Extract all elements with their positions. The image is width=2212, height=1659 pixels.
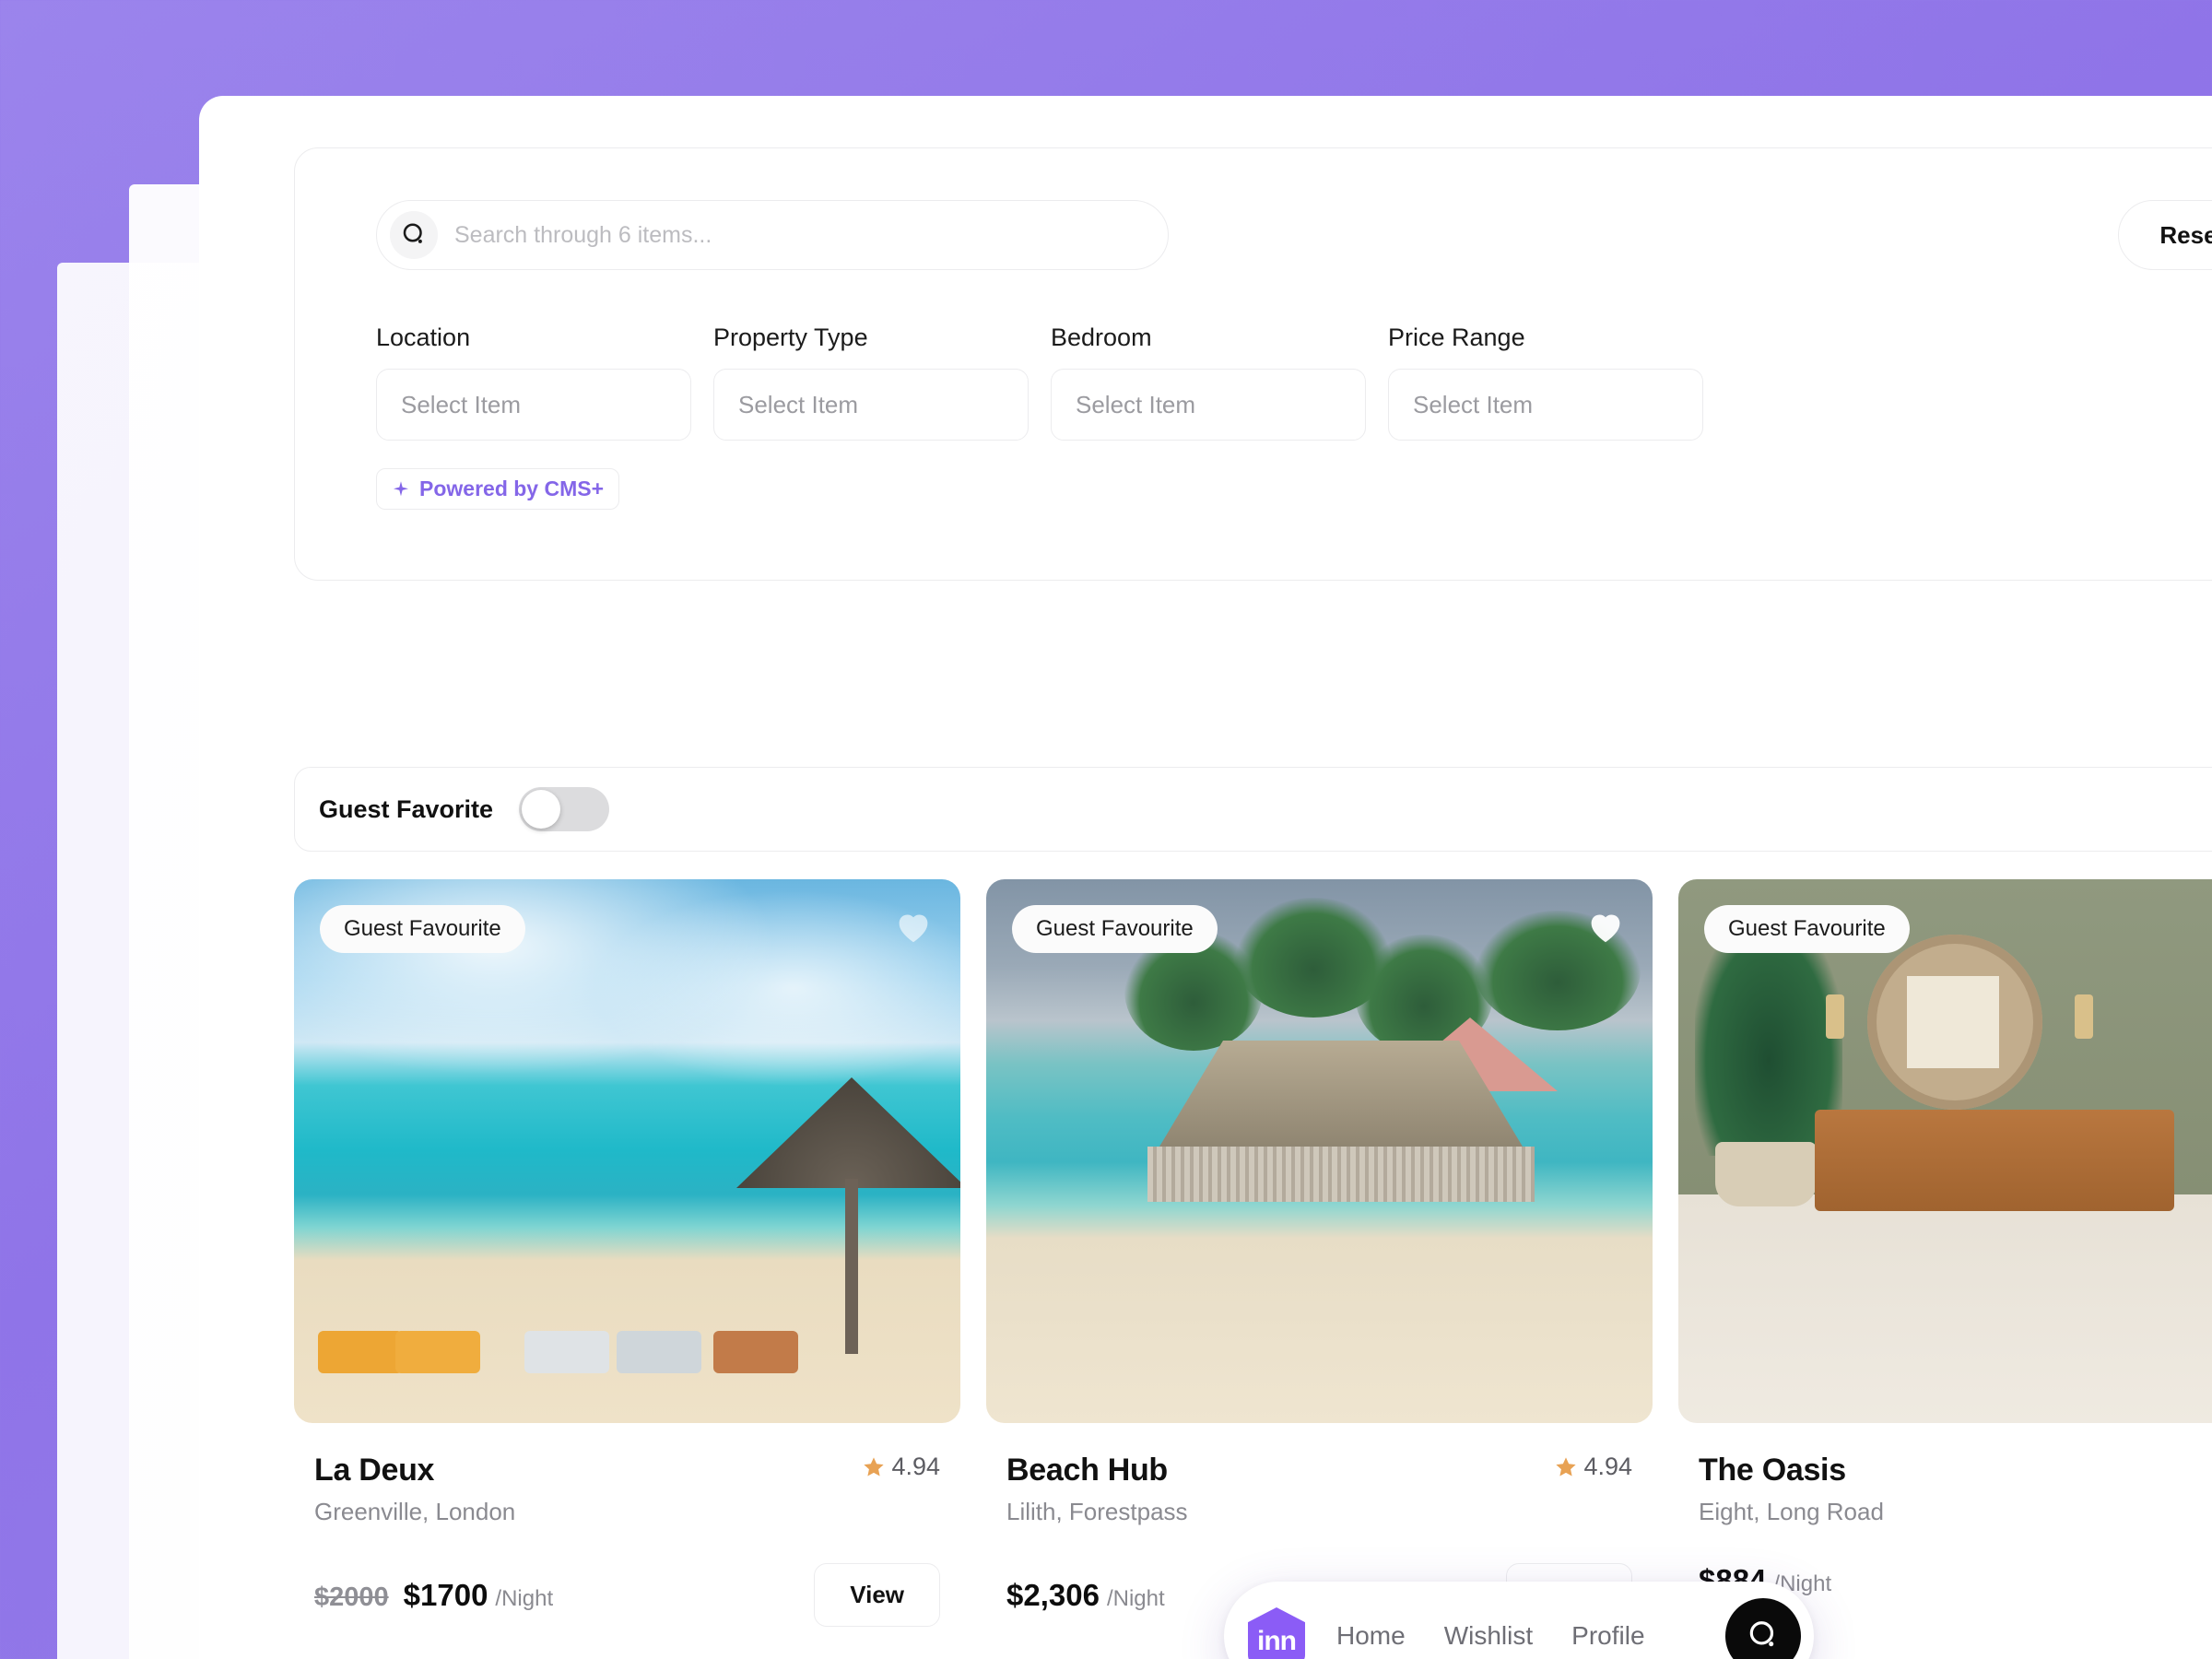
card-title: La Deux <box>314 1453 435 1488</box>
card-title: Beach Hub <box>1006 1453 1168 1488</box>
price-group: $2000 $1700 /Night <box>314 1578 553 1613</box>
price-unit: /Night <box>1106 1585 1165 1611</box>
sparkle-icon <box>392 480 410 499</box>
wall-sconce <box>1826 994 1844 1039</box>
rating-value: 4.94 <box>891 1453 940 1480</box>
property-type-select[interactable]: Select Item <box>713 369 1029 441</box>
lounger <box>318 1331 403 1373</box>
rating: 4.94 <box>862 1453 940 1481</box>
filter-price-range: Price Range Select Item <box>1388 324 1703 441</box>
nav-link-home[interactable]: Home <box>1336 1621 1406 1651</box>
card-body: La Deux Greenville, London 4.94 $2000 $1… <box>294 1423 960 1627</box>
price-unit: /Night <box>495 1585 554 1611</box>
card-location: Greenville, London <box>314 1498 516 1525</box>
toggle-knob <box>522 790 561 829</box>
guest-favorite-label: Guest Favorite <box>319 794 494 823</box>
star-icon <box>864 1456 885 1477</box>
inn-logo[interactable]: inn <box>1248 1607 1305 1659</box>
heart-icon[interactable] <box>1584 905 1627 947</box>
console-table <box>1815 1110 2174 1211</box>
card-image: Guest Favourite <box>1678 879 2212 1423</box>
rating-value: 4.94 <box>1583 1453 1632 1480</box>
property-card-grid: Guest Favourite La Deux Greenville, Lond… <box>294 879 2212 1627</box>
bottom-nav: inn Home Wishlist Profile <box>1224 1582 1814 1659</box>
card-location: Lilith, Forestpass <box>1006 1498 1188 1525</box>
view-button[interactable]: View <box>814 1563 940 1627</box>
card-image: Guest Favourite <box>294 879 960 1423</box>
app-window: Reset Filter Location Select Item Proper… <box>199 96 2212 1659</box>
card-price-row: $2000 $1700 /Night View <box>314 1563 940 1627</box>
filter-label: Location <box>376 324 471 351</box>
guest-favourite-badge: Guest Favourite <box>1704 905 1910 953</box>
cms-badge-label: Powered by CMS+ <box>419 477 605 500</box>
hut-deck <box>1147 1147 1535 1202</box>
select-placeholder: Select Item <box>1076 390 1196 418</box>
rating: 4.94 <box>1554 1453 1632 1481</box>
bedroom-select[interactable]: Select Item <box>1051 369 1366 441</box>
location-select[interactable]: Select Item <box>376 369 691 441</box>
price-current: $1700 <box>403 1577 488 1612</box>
card-title: The Oasis <box>1699 1453 1846 1488</box>
wall-art <box>1907 976 1999 1068</box>
card-header: The Oasis Eight, Long Road <box>1699 1453 2212 1526</box>
lounger <box>617 1331 701 1373</box>
filter-location: Location Select Item <box>376 324 691 441</box>
price-original: $2000 <box>314 1582 389 1612</box>
filter-label: Bedroom <box>1051 324 1152 351</box>
property-card[interactable]: Guest Favourite La Deux Greenville, Lond… <box>294 879 960 1627</box>
umbrella-shape <box>736 1077 960 1188</box>
search-row: Reset Filter <box>295 200 2212 270</box>
nav-search-button[interactable] <box>1725 1598 1801 1659</box>
nav-links: Home Wishlist Profile <box>1336 1621 1645 1651</box>
plant-pot <box>1715 1142 1817 1206</box>
reset-filter-button[interactable]: Reset Filter <box>2118 200 2212 270</box>
guest-favorite-bar: Guest Favorite <box>294 767 2212 852</box>
lounger <box>395 1331 480 1373</box>
filters-grid: Location Select Item Property Type Selec… <box>295 270 2212 441</box>
star-icon <box>1556 1456 1577 1477</box>
heart-icon[interactable] <box>892 905 935 947</box>
filter-label: Price Range <box>1388 324 1525 351</box>
property-card[interactable]: Guest Favourite The Oasis Eight, Long Ro… <box>1678 879 2212 1627</box>
price-group: $2,306 /Night <box>1006 1578 1165 1613</box>
filter-bedroom: Bedroom Select Item <box>1051 324 1366 441</box>
select-placeholder: Select Item <box>401 390 522 418</box>
guest-favorite-toggle[interactable] <box>519 787 610 831</box>
card-image: Guest Favourite <box>986 879 1653 1423</box>
select-placeholder: Select Item <box>738 390 859 418</box>
search-input[interactable] <box>454 221 1100 249</box>
card-body: The Oasis Eight, Long Road $884 /Night <box>1678 1423 2212 1598</box>
lounger <box>524 1331 609 1373</box>
nav-link-wishlist[interactable]: Wishlist <box>1444 1621 1533 1651</box>
nav-link-profile[interactable]: Profile <box>1571 1621 1644 1651</box>
search-box[interactable] <box>376 200 1169 270</box>
lounger <box>713 1331 798 1373</box>
filter-label: Property Type <box>713 324 868 351</box>
wall-sconce <box>2075 994 2093 1039</box>
card-header: La Deux Greenville, London 4.94 <box>314 1453 940 1526</box>
select-placeholder: Select Item <box>1413 390 1534 418</box>
guest-favourite-badge: Guest Favourite <box>1012 905 1218 953</box>
guest-favourite-badge: Guest Favourite <box>320 905 525 953</box>
umbrella-pole <box>845 1179 858 1354</box>
powered-by-cms-badge[interactable]: Powered by CMS+ <box>376 468 620 510</box>
search-icon <box>390 211 438 259</box>
card-header: Beach Hub Lilith, Forestpass 4.94 <box>1006 1453 1632 1526</box>
card-location: Eight, Long Road <box>1699 1498 1884 1525</box>
price-range-select[interactable]: Select Item <box>1388 369 1703 441</box>
filter-panel: Reset Filter Location Select Item Proper… <box>294 147 2212 581</box>
property-card[interactable]: Guest Favourite Beach Hub Lilith, Forest… <box>986 879 1653 1627</box>
filter-property-type: Property Type Select Item <box>713 324 1029 441</box>
price-current: $2,306 <box>1006 1577 1100 1612</box>
